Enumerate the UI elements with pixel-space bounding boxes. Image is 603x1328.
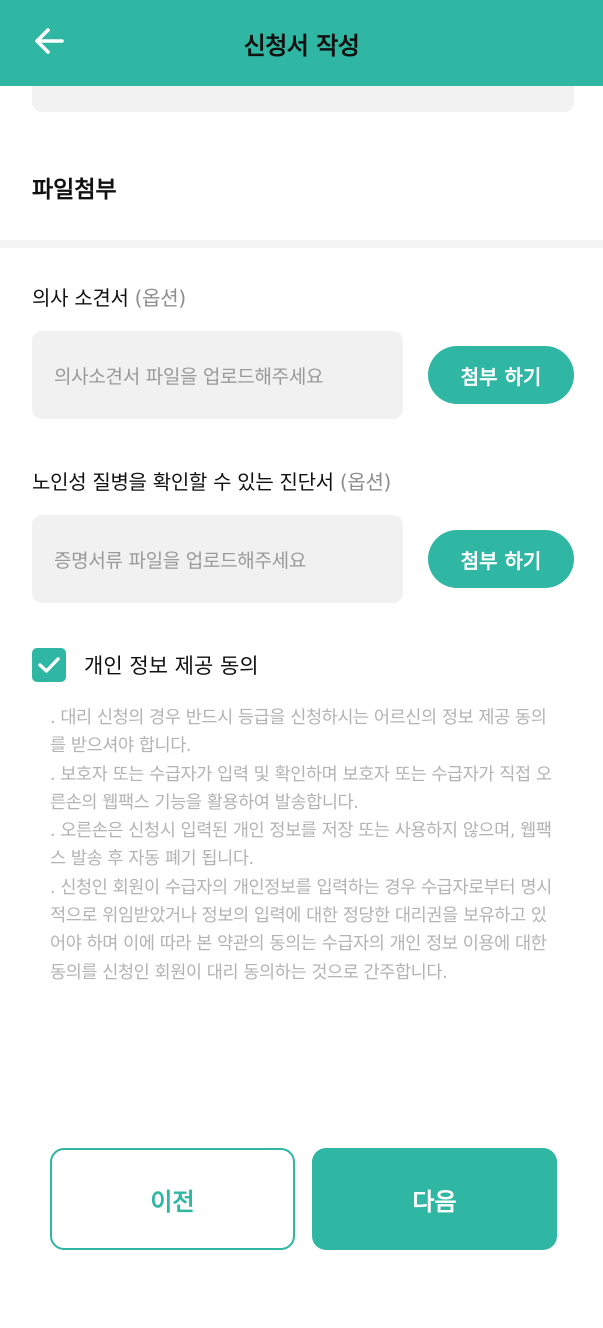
app-bar: 신청서 작성 — [0, 0, 603, 86]
diagnosis-attach-button[interactable]: 첨부 하기 — [428, 530, 574, 588]
diagnosis-file-field[interactable]: 증명서류 파일을 업로드해주세요 — [32, 515, 403, 603]
diagnosis-placeholder: 증명서류 파일을 업로드해주세요 — [54, 549, 307, 572]
section-title: 파일첨부 — [32, 177, 117, 203]
back-button[interactable] — [26, 18, 72, 64]
prev-button[interactable]: 이전 — [50, 1148, 295, 1250]
diagnosis-label: 노인성 질병을 확인할 수 있는 진단서 (옵션) — [32, 466, 391, 495]
page-title: 신청서 작성 — [243, 31, 360, 60]
terms-paragraph: . 신청인 회원이 수급자의 개인정보를 입력하는 경우 수급자로부터 명시적으… — [50, 877, 552, 983]
doctor-opinion-label: 의사 소견서 (옵션) — [32, 282, 186, 311]
doctor-opinion-label-text: 의사 소견서 — [32, 286, 129, 310]
optional-tag: (옵션) — [339, 470, 392, 494]
section-divider — [0, 240, 603, 248]
consent-checkbox[interactable] — [32, 648, 66, 682]
doctor-opinion-placeholder: 의사소견서 파일을 업로드해주세요 — [54, 365, 324, 388]
doctor-opinion-attach-button[interactable]: 첨부 하기 — [428, 346, 574, 404]
arrow-left-icon — [35, 28, 64, 54]
diagnosis-label-text: 노인성 질병을 확인할 수 있는 진단서 — [32, 470, 334, 494]
optional-tag: (옵션) — [134, 286, 187, 310]
terms-paragraph: . 오른손은 신청시 입력된 개인 정보를 저장 또는 사용하지 않으며, 웹팩… — [50, 821, 552, 870]
next-button[interactable]: 다음 — [312, 1148, 557, 1250]
terms-paragraph: . 대리 신청의 경우 반드시 등급을 신청하시는 어르신의 정보 제공 동의를… — [50, 708, 547, 757]
consent-row[interactable]: 개인 정보 제공 동의 — [32, 648, 259, 682]
previous-field-remnant — [32, 86, 574, 112]
consent-label: 개인 정보 제공 동의 — [84, 654, 259, 678]
doctor-opinion-file-field[interactable]: 의사소견서 파일을 업로드해주세요 — [32, 331, 403, 419]
consent-terms: . 대리 신청의 경우 반드시 등급을 신청하시는 어르신의 정보 제공 동의를… — [50, 704, 560, 987]
terms-paragraph: . 보호자 또는 수급자가 입력 및 확인하며 보호자 또는 수급자가 직접 오… — [50, 764, 552, 813]
check-icon — [38, 657, 60, 673]
